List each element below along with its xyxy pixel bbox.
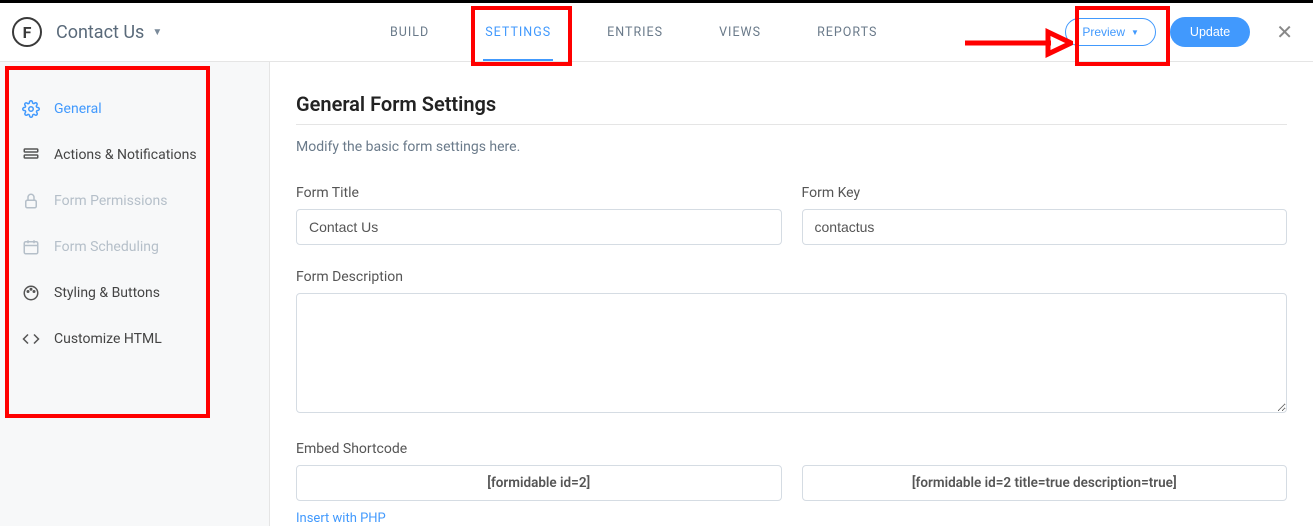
sidebar-item-label: Styling & Buttons <box>54 285 160 301</box>
sidebar-item-label: Form Permissions <box>54 193 167 209</box>
form-description-label: Form Description <box>296 269 1287 285</box>
tab-settings[interactable]: SETTINGS <box>485 3 551 61</box>
embed-shortcode-label: Embed Shortcode <box>296 441 1287 457</box>
sidebar-item-scheduling[interactable]: Form Scheduling <box>0 224 269 270</box>
form-name-text: Contact Us <box>56 22 144 43</box>
header: F Contact Us ▼ BUILD SETTINGS ENTRIES VI… <box>0 3 1313 62</box>
form-key-label: Form Key <box>802 185 1288 201</box>
tab-build[interactable]: BUILD <box>390 3 429 61</box>
sidebar-item-general[interactable]: General <box>0 86 269 132</box>
page-title: General Form Settings <box>296 92 1287 116</box>
chevron-down-icon: ▼ <box>1131 28 1139 37</box>
main-tabs: BUILD SETTINGS ENTRIES VIEWS REPORTS <box>390 3 877 61</box>
form-description-input[interactable] <box>296 293 1287 413</box>
code-icon <box>22 330 40 348</box>
tab-entries[interactable]: ENTRIES <box>607 3 663 61</box>
gear-icon <box>22 100 40 118</box>
form-title-label: Form Title <box>296 185 782 201</box>
chevron-down-icon: ▼ <box>152 27 162 38</box>
sidebar-item-label: Form Scheduling <box>54 239 159 255</box>
calendar-icon <box>22 238 40 256</box>
form-name-dropdown[interactable]: Contact Us ▼ <box>56 22 162 43</box>
tab-views[interactable]: VIEWS <box>719 3 761 61</box>
shortcode-basic[interactable]: [formidable id=2] <box>296 465 782 501</box>
sidebar-item-customize-html[interactable]: Customize HTML <box>0 316 269 362</box>
page-subtitle: Modify the basic form settings here. <box>296 139 1287 155</box>
sidebar-item-label: Customize HTML <box>54 331 162 347</box>
palette-icon <box>22 284 40 302</box>
sidebar-item-label: Actions & Notifications <box>54 147 197 163</box>
preview-button[interactable]: Preview ▼ <box>1065 18 1156 46</box>
sidebar-item-permissions[interactable]: Form Permissions <box>0 178 269 224</box>
tab-reports[interactable]: REPORTS <box>817 3 877 61</box>
sidebar-item-styling[interactable]: Styling & Buttons <box>0 270 269 316</box>
sidebar-item-actions[interactable]: Actions & Notifications <box>0 132 269 178</box>
update-button[interactable]: Update <box>1170 17 1250 47</box>
close-icon[interactable]: ✕ <box>1264 20 1301 44</box>
sidebar-item-label: General <box>54 101 102 117</box>
settings-sidebar: General Actions & Notifications Form Per… <box>0 62 270 526</box>
form-title-input[interactable] <box>296 209 782 245</box>
layers-icon <box>22 146 40 164</box>
shortcode-full[interactable]: [formidable id=2 title=true description=… <box>802 465 1288 501</box>
app-logo: F <box>12 17 42 47</box>
main-content: General Form Settings Modify the basic f… <box>270 62 1313 526</box>
form-key-input[interactable] <box>802 209 1288 245</box>
lock-icon <box>22 192 40 210</box>
